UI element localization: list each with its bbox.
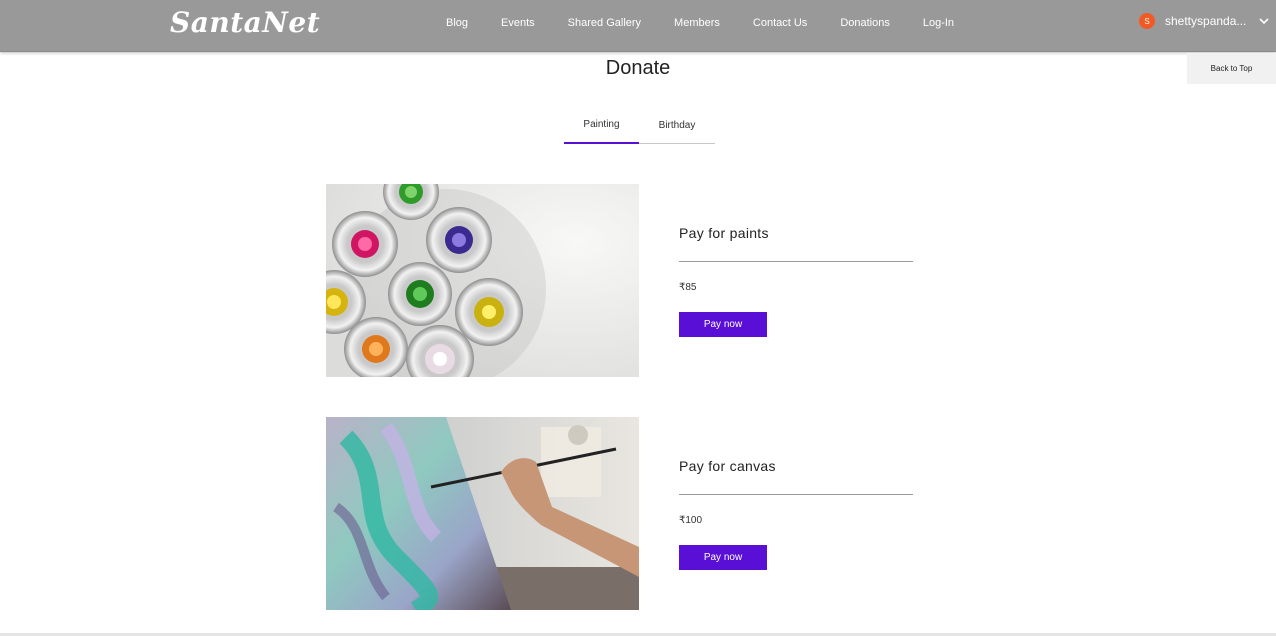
divider: [679, 261, 913, 262]
nav-members[interactable]: Members: [674, 17, 720, 29]
paint-tubes-image: [326, 184, 639, 377]
pay-now-button[interactable]: Pay now: [679, 312, 767, 337]
avatar: S: [1139, 13, 1155, 29]
product-title: Pay for canvas: [679, 458, 776, 474]
pay-now-button[interactable]: Pay now: [679, 545, 767, 570]
nav-donations[interactable]: Donations: [840, 17, 890, 29]
site-header: SantaNet Blog Events Shared Gallery Memb…: [0, 0, 1276, 52]
product-price: ₹85: [679, 282, 697, 293]
nav-shared-gallery[interactable]: Shared Gallery: [568, 17, 641, 29]
nav-log-in[interactable]: Log-In: [923, 17, 954, 29]
main-nav: Blog Events Shared Gallery Members Conta…: [446, 0, 954, 46]
chevron-down-icon: [1259, 18, 1269, 25]
divider: [679, 494, 913, 495]
product-title: Pay for paints: [679, 225, 769, 241]
tab-painting[interactable]: Painting: [564, 108, 639, 144]
tab-birthday[interactable]: Birthday: [639, 108, 715, 144]
painting-on-canvas-image: [326, 417, 639, 610]
nav-events[interactable]: Events: [501, 17, 535, 29]
product-image-paints: [326, 184, 639, 377]
page-title: Donate: [605, 57, 671, 79]
user-menu[interactable]: S shettyspanda...: [1139, 13, 1269, 29]
site-logo[interactable]: SantaNet: [170, 6, 320, 39]
product-image-canvas: [326, 417, 639, 610]
user-name: shettyspanda...: [1165, 14, 1247, 28]
nav-blog[interactable]: Blog: [446, 17, 468, 29]
nav-contact-us[interactable]: Contact Us: [753, 17, 807, 29]
product-price: ₹100: [679, 515, 703, 526]
category-tabs: Painting Birthday: [564, 108, 715, 144]
